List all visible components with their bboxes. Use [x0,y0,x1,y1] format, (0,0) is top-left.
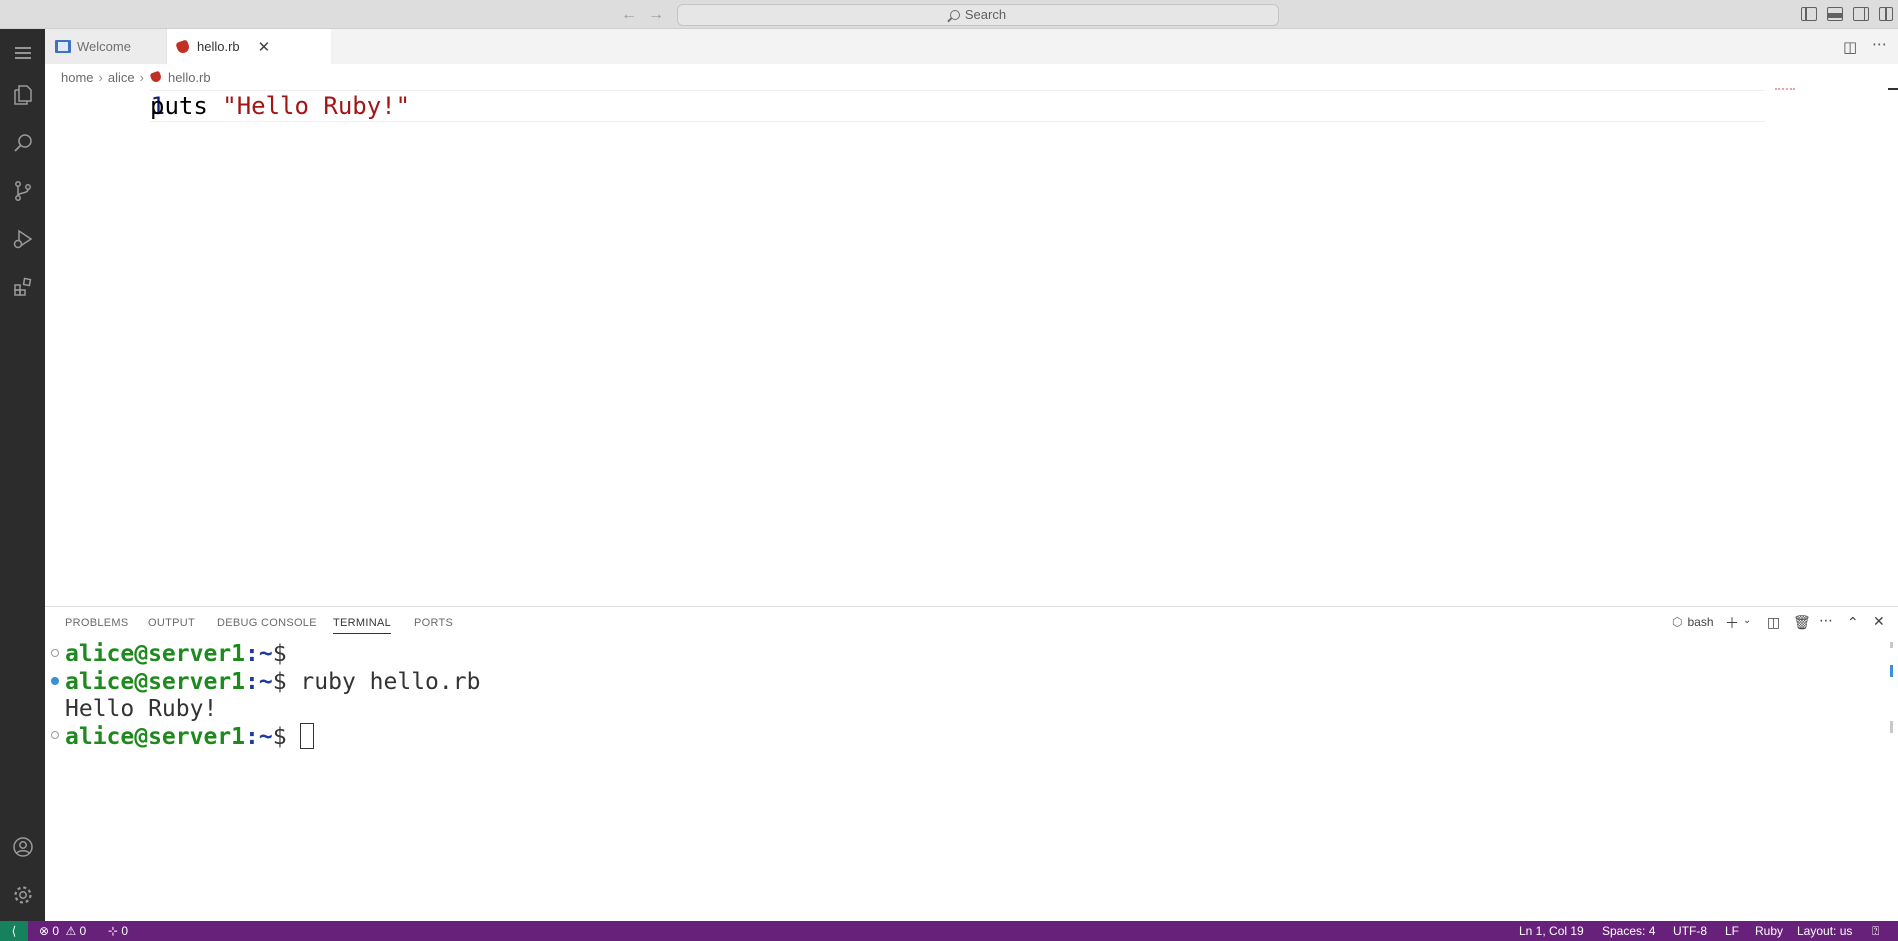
breadcrumb-alice[interactable]: alice [108,70,135,85]
terminal-line: alice@server1:~$ [65,641,287,667]
arrow-right-icon[interactable]: → [646,5,666,25]
broadcast-icon: ⊹ [108,924,119,938]
command-decoration-icon[interactable] [51,649,59,657]
toggle-panel-icon[interactable] [1827,7,1843,21]
more-actions-icon[interactable]: ⋯ [1819,612,1833,629]
trash-icon[interactable]: 🗑 [1793,614,1811,631]
tab-ports[interactable]: PORTS [414,617,453,629]
remote-indicator-icon[interactable]: ⟨ [0,921,28,941]
cursor-position[interactable]: Ln 1, Col 19 [1519,924,1584,938]
terminal-cursor [300,723,315,749]
ports-indicator[interactable]: ⊹ 0 [108,924,128,938]
command-decoration-icon[interactable] [51,731,59,739]
tab-hello-rb[interactable]: hello.rb ✕ [167,29,331,64]
scrollbar-marker [1890,721,1893,733]
encoding[interactable]: UTF-8 [1673,924,1707,938]
terminal-line: alice@server1:~$ ruby hello.rb [65,669,481,695]
new-terminal-icon[interactable]: ＋ [1725,613,1739,633]
tab-debug-console[interactable]: DEBUG CONSOLE [217,617,317,629]
status-bar: ⟨ ⊗ 0 ⚠ 0 ⊹ 0 Ln 1, Col 19 Spaces: 4 UTF… [0,921,1898,941]
code-string: "Hello Ruby!" [222,92,411,120]
scrollbar-marker [1890,642,1893,648]
split-editor-icon[interactable]: ◫ [1843,38,1857,56]
welcome-icon [55,40,71,53]
chevron-right-icon: › [139,69,144,85]
keyboard-layout[interactable]: Layout: us [1797,924,1852,938]
error-icon: ⊗ [39,924,50,938]
toggle-secondary-sidebar-icon[interactable] [1853,7,1869,21]
title-bar: ← → Search [0,0,1898,29]
breadcrumb-home[interactable]: home [61,70,94,85]
search-icon[interactable] [0,119,45,167]
ruby-file-icon [175,38,191,55]
search-icon [949,10,960,20]
explorer-icon[interactable] [0,71,45,119]
more-actions-icon[interactable]: ⋯ [1872,35,1887,53]
scrollbar-cursor-marker [1888,88,1898,90]
tab-label: hello.rb [197,39,240,54]
bottom-panel: PROBLEMS OUTPUT DEBUG CONSOLE TERMINAL P… [45,606,1898,921]
chevron-down-icon[interactable]: ⌄ [1743,615,1751,626]
tab-label: Welcome [77,39,131,54]
warning-icon: ⚠ [65,924,77,938]
editor-tab-bar: Welcome hello.rb ✕ ◫ ⋯ [45,29,1898,64]
ruby-file-icon [149,70,163,84]
tab-output[interactable]: OUTPUT [148,617,195,629]
customize-layout-icon[interactable] [1879,7,1893,21]
activity-bar [0,29,45,921]
code-line[interactable]: puts "Hello Ruby!" [150,92,410,120]
code-editor[interactable]: 1 puts "Hello Ruby!" [45,88,1898,606]
chevron-right-icon: › [98,69,103,85]
run-debug-icon[interactable] [0,215,45,263]
arrow-left-icon[interactable]: ← [619,5,639,25]
problems-indicator[interactable]: ⊗ 0 ⚠ 0 [39,924,86,938]
end-of-line[interactable]: LF [1725,924,1739,938]
account-icon[interactable] [0,823,45,871]
tab-problems[interactable]: PROBLEMS [65,617,129,629]
extensions-icon[interactable] [0,263,45,311]
code-keyword: puts [150,92,223,120]
minimap-marker [1775,88,1795,90]
language-mode[interactable]: Ruby [1755,924,1783,938]
split-terminal-icon[interactable]: ◫ [1767,614,1780,631]
source-control-icon[interactable] [0,167,45,215]
notifications-bell-icon[interactable]: ⍰ [1872,924,1879,939]
menu-icon[interactable] [0,29,45,77]
toggle-primary-sidebar-icon[interactable] [1801,7,1817,21]
settings-gear-icon[interactable] [0,871,45,919]
scrollbar-marker [1890,665,1893,677]
terminal-output-line: Hello Ruby! [65,696,218,722]
terminal-line[interactable]: alice@server1:~$ [65,723,315,750]
maximize-panel-icon[interactable]: ⌃ [1847,614,1859,631]
terminal-shell-selector[interactable]: ⬡ bash [1672,615,1714,629]
tab-welcome[interactable]: Welcome [45,29,167,64]
indentation[interactable]: Spaces: 4 [1602,924,1655,938]
command-decoration-icon[interactable] [51,677,59,685]
breadcrumb: home › alice › hello.rb [61,68,211,86]
close-icon[interactable]: ✕ [258,38,271,56]
breadcrumb-file[interactable]: hello.rb [168,70,211,85]
search-placeholder: Search [964,7,1007,22]
command-center-search[interactable]: Search [677,4,1279,26]
close-panel-icon[interactable]: ✕ [1873,613,1885,630]
terminal-icon: ⬡ [1672,615,1683,629]
tab-terminal[interactable]: TERMINAL [333,617,392,634]
shell-name: bash [1687,615,1714,629]
